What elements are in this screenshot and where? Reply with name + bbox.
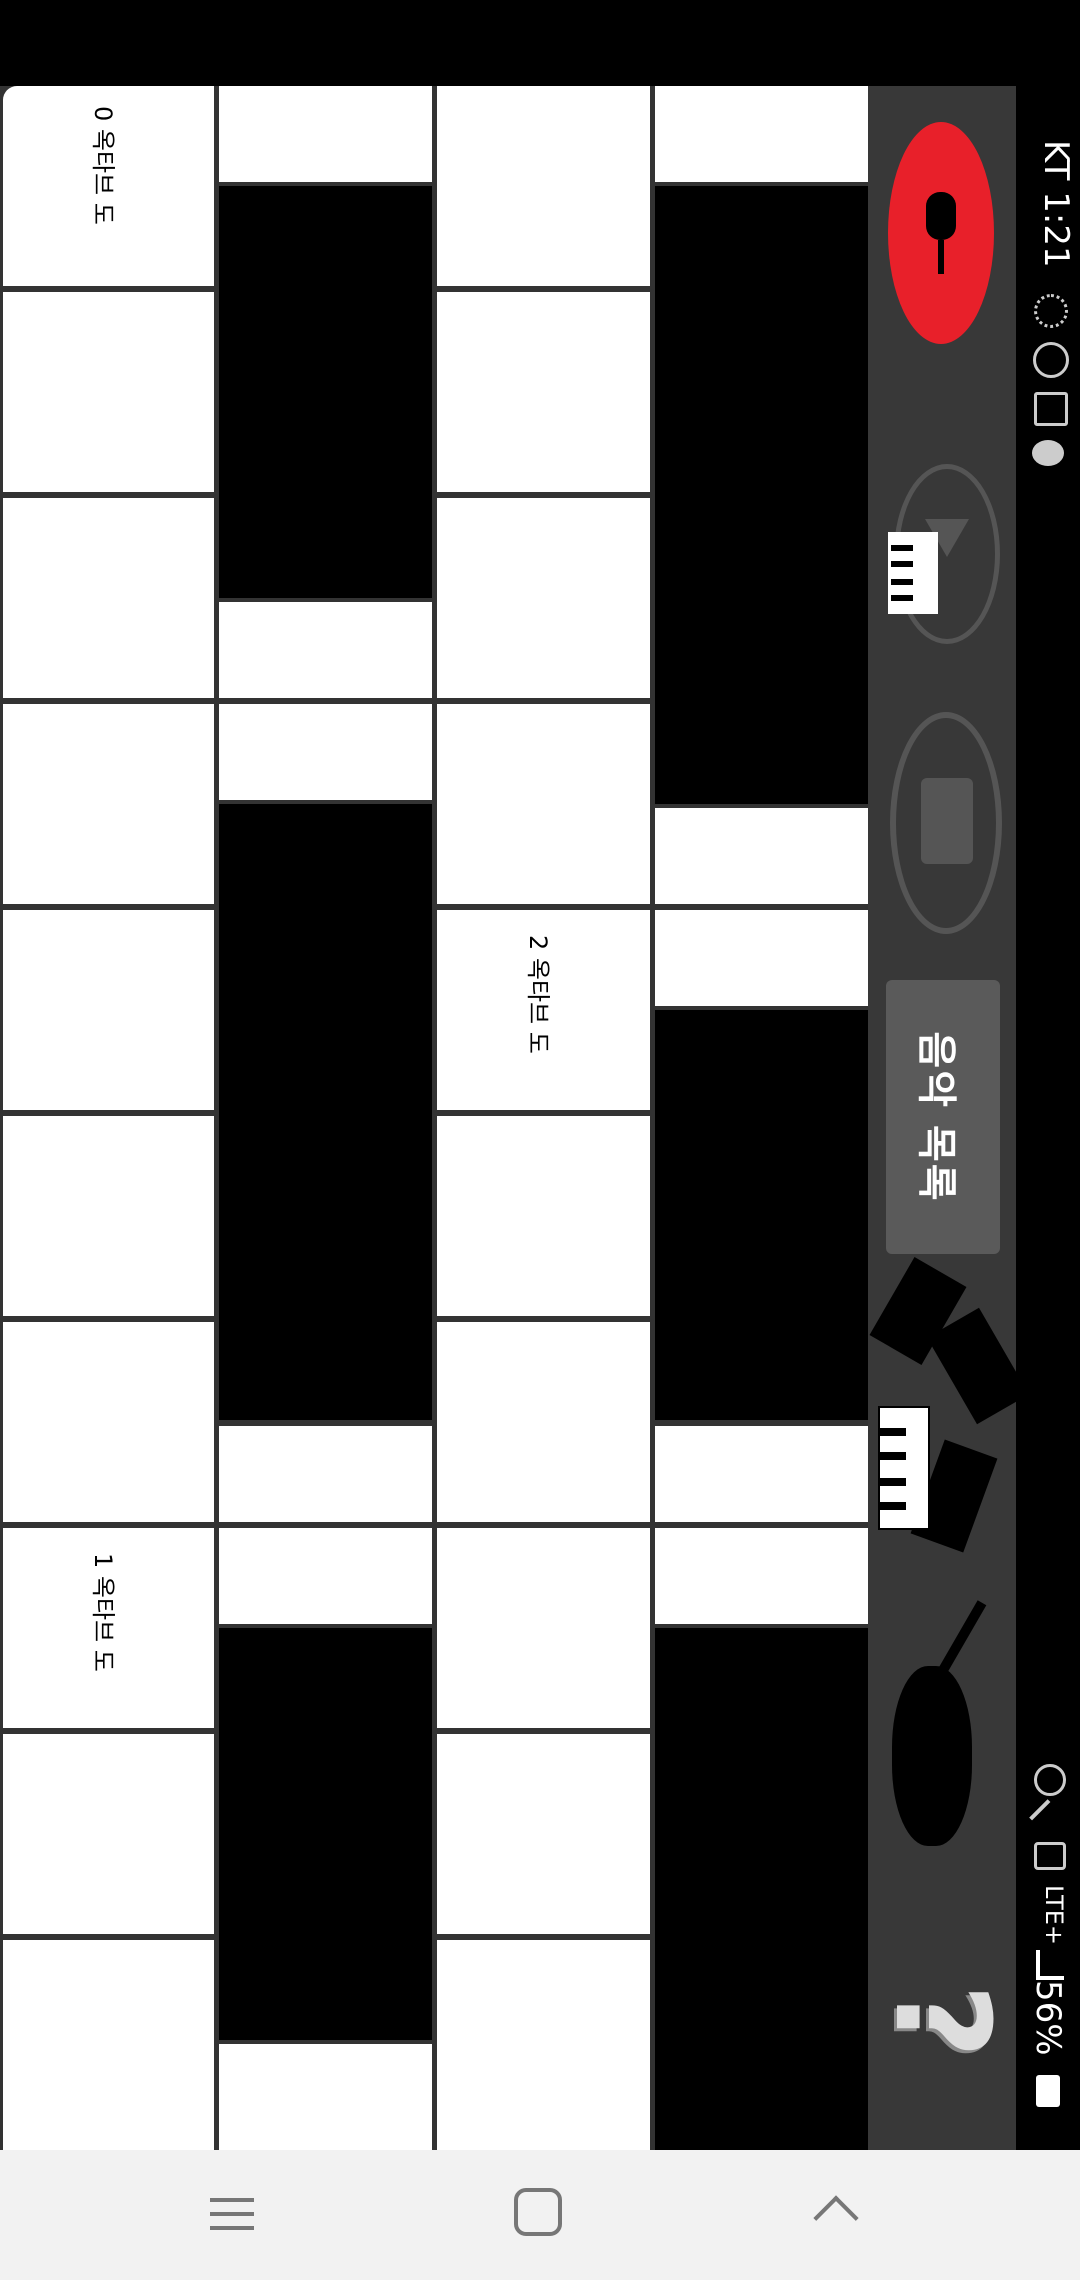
violin-icon[interactable] [882, 1576, 1002, 1856]
white-key[interactable] [219, 86, 432, 182]
white-key[interactable] [3, 1116, 214, 1316]
recycle-piano-icon[interactable] [869, 1257, 1029, 1566]
keyboard: 0 옥타브 도 1 옥타브 도 2 옥타브 도 [0, 86, 868, 2150]
key-column-b [219, 86, 432, 2150]
white-key[interactable]: 0 옥타브 도 [3, 86, 214, 286]
black-key[interactable] [655, 1628, 868, 2150]
white-key[interactable] [219, 602, 432, 698]
white-key[interactable] [655, 910, 868, 1006]
piano-keys-icon [888, 532, 938, 614]
white-key[interactable] [437, 498, 650, 698]
black-key[interactable] [655, 186, 868, 804]
white-key[interactable] [655, 1426, 868, 1522]
battery-label: 56% [1028, 1980, 1068, 2056]
microphone-record-icon [916, 192, 966, 282]
home-icon[interactable] [514, 2188, 562, 2236]
white-key[interactable] [437, 86, 650, 286]
white-key[interactable] [3, 704, 214, 904]
white-key[interactable] [437, 1528, 650, 1728]
key-column-a: 0 옥타브 도 1 옥타브 도 [3, 86, 214, 2150]
white-key[interactable] [437, 1734, 650, 1934]
white-key[interactable] [219, 1528, 432, 1624]
black-key[interactable] [219, 186, 432, 598]
white-key[interactable] [219, 704, 432, 800]
record-button[interactable] [888, 122, 994, 344]
black-key[interactable] [219, 804, 432, 1420]
white-key[interactable] [655, 808, 868, 904]
white-key[interactable] [219, 1426, 432, 1522]
help-button[interactable]: ? [866, 1936, 1018, 2106]
stop-icon [921, 778, 973, 864]
black-key[interactable] [219, 1628, 432, 2040]
navigation-bar [0, 2150, 1080, 2280]
help-question-icon: ? [866, 1983, 1018, 2059]
recents-icon[interactable] [210, 2194, 254, 2234]
white-key[interactable] [3, 1734, 214, 1934]
white-key[interactable] [3, 292, 214, 492]
notification-icons [1030, 290, 1069, 480]
side-panel: 음악 목록 ? [866, 86, 1029, 2150]
battery-icon [1036, 2075, 1060, 2107]
white-key[interactable] [437, 1322, 650, 1522]
black-key[interactable] [655, 1010, 868, 1420]
white-key[interactable] [437, 292, 650, 492]
mute-icon [1029, 1799, 1069, 1839]
white-key[interactable] [437, 1940, 650, 2150]
alarm-icon [1034, 1764, 1066, 1796]
key-column-d [655, 86, 868, 2150]
key-column-c: 2 옥타브 도 [437, 86, 650, 2150]
white-key[interactable] [3, 498, 214, 698]
white-key[interactable]: 2 옥타브 도 [437, 910, 650, 1110]
white-key[interactable] [3, 910, 214, 1110]
white-key[interactable] [3, 1940, 214, 2150]
status-bar: KT 1:21 LTE+ 56% [1016, 0, 1080, 2150]
signal-icon [1036, 1950, 1064, 1980]
white-key[interactable]: 1 옥타브 도 [3, 1528, 214, 1728]
white-key[interactable] [437, 704, 650, 904]
hd-icon [1034, 1842, 1066, 1870]
octave-2-label: 2 옥타브 도 [524, 935, 552, 1054]
music-list-button[interactable]: 음악 목록 [886, 980, 1000, 1254]
face-icon [1033, 342, 1069, 378]
white-key[interactable] [655, 1528, 868, 1624]
settings-gear-icon [1034, 294, 1068, 328]
white-key[interactable] [3, 1322, 214, 1522]
white-key[interactable] [219, 2044, 432, 2150]
white-key[interactable] [437, 1116, 650, 1316]
music-list-label: 음악 목록 [913, 1031, 959, 1203]
kakaotalk-icon [1032, 440, 1064, 466]
octave-1-label: 1 옥타브 도 [89, 1553, 117, 1672]
back-icon[interactable] [813, 2195, 859, 2241]
stop-button[interactable] [890, 712, 1002, 934]
gallery-icon [1034, 392, 1068, 426]
octave-0-label: 0 옥타브 도 [89, 106, 117, 225]
white-key[interactable] [655, 86, 868, 182]
